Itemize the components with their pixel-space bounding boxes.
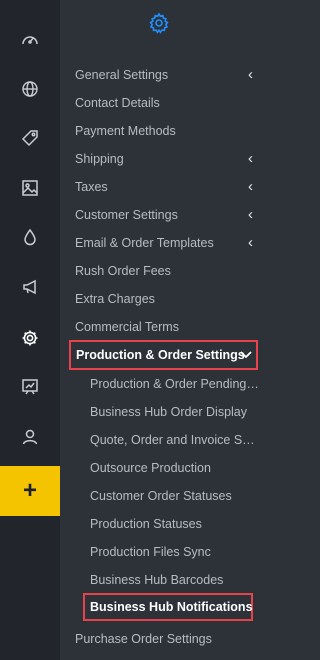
submenu-item-production-statuses[interactable]: Production Statuses [90,512,260,536]
chevron-left-icon: ‹ [248,178,253,195]
rail-item-user[interactable] [0,412,60,462]
chevron-left-icon: ‹ [248,234,253,251]
chevron-left-icon: ‹ [248,206,253,223]
rail-item-settings[interactable] [0,313,60,363]
menu-item-label: General Settings [75,68,169,82]
chevron-left-icon: ‹ [248,66,253,83]
menu-item-label: Extra Charges [75,292,155,306]
submenu-item-label: Business Hub Order Display [90,405,248,419]
drop-icon [24,228,36,246]
submenu-item-label: Production & Order Pending ... [90,377,260,391]
submenu-item-business-hub-order-display[interactable]: Business Hub Order Display [90,400,260,424]
submenu-item-label: Business Hub Barcodes [90,573,224,587]
presentation-chart-icon [22,379,38,395]
menu-item-label: Taxes [75,180,108,194]
megaphone-icon [23,279,36,295]
submenu-item-label: Production Files Sync [90,545,211,559]
menu-item-label: Email & Order Templates [75,236,214,250]
rail-item-images[interactable] [0,163,60,213]
submenu-item-production-order-pending[interactable]: Production & Order Pending ... [90,372,260,396]
menu-item-label: Payment Methods [75,124,176,138]
settings-panel: General Settings ‹ Contact Details Payme… [60,0,260,660]
rail-item-drop[interactable] [0,212,60,262]
submenu-item-business-hub-notifications[interactable]: Business Hub Notifications [83,593,253,621]
submenu-item-outsource-production[interactable]: Outsource Production [90,456,260,480]
menu-item-label: Shipping [75,152,124,166]
menu-item-label: Commercial Terms [75,320,179,334]
menu-item-customer-settings[interactable]: Customer Settings ‹ [75,203,260,227]
chevron-down-icon [240,351,252,359]
submenu-item-label: Quote, Order and Invoice Set... [90,433,260,447]
submenu-item-customer-order-statuses[interactable]: Customer Order Statuses [90,484,260,508]
chevron-left-icon: ‹ [248,150,253,167]
dashboard-gauge-icon [22,36,38,45]
rail-item-tags[interactable] [0,113,60,163]
menu-item-label: Customer Settings [75,208,178,222]
user-icon [22,429,38,445]
menu-item-extra-charges[interactable]: Extra Charges [75,287,260,311]
menu-item-contact-details[interactable]: Contact Details [75,91,260,115]
globe-icon [22,81,38,97]
menu-item-email-order-templates[interactable]: Email & Order Templates ‹ [75,231,260,255]
rail-item-reports[interactable] [0,362,60,412]
submenu-item-label: Business Hub Notifications [90,600,253,614]
rail-item-marketing[interactable] [0,262,60,312]
menu-item-taxes[interactable]: Taxes ‹ [75,175,260,199]
submenu-item-production-files-sync[interactable]: Production Files Sync [90,540,260,564]
submenu-item-quote-order-invoice-settings[interactable]: Quote, Order and Invoice Set... [90,428,260,452]
menu-item-label: Production & Order Settings [76,348,245,362]
rail-item-dashboard[interactable] [0,15,60,65]
submenu-item-label: Customer Order Statuses [90,489,232,503]
menu-item-production-order-settings[interactable]: Production & Order Settings [69,340,258,370]
menu-item-payment-methods[interactable]: Payment Methods [75,119,260,143]
menu-item-label: Purchase Order Settings [75,632,212,646]
image-icon [22,180,38,196]
submenu-item-label: Outsource Production [90,461,211,475]
icon-rail: + [0,0,60,660]
menu-item-general-settings[interactable]: General Settings ‹ [75,63,260,87]
gear-icon [149,12,169,34]
menu-item-label: Contact Details [75,96,160,110]
add-button[interactable]: + [0,466,60,516]
submenu-item-business-hub-barcodes[interactable]: Business Hub Barcodes [90,568,260,592]
rail-item-globe[interactable] [0,64,60,114]
menu-item-commercial-terms[interactable]: Commercial Terms [75,315,260,339]
submenu-item-label: Production Statuses [90,517,202,531]
tag-icon [21,130,38,147]
add-button-label: + [22,477,37,504]
menu-item-label: Rush Order Fees [75,264,171,278]
menu-item-shipping[interactable]: Shipping ‹ [75,147,260,171]
gear-icon [22,330,38,346]
menu-item-purchase-order-settings[interactable]: Purchase Order Settings [75,627,260,651]
menu-item-rush-order-fees[interactable]: Rush Order Fees [75,259,260,283]
